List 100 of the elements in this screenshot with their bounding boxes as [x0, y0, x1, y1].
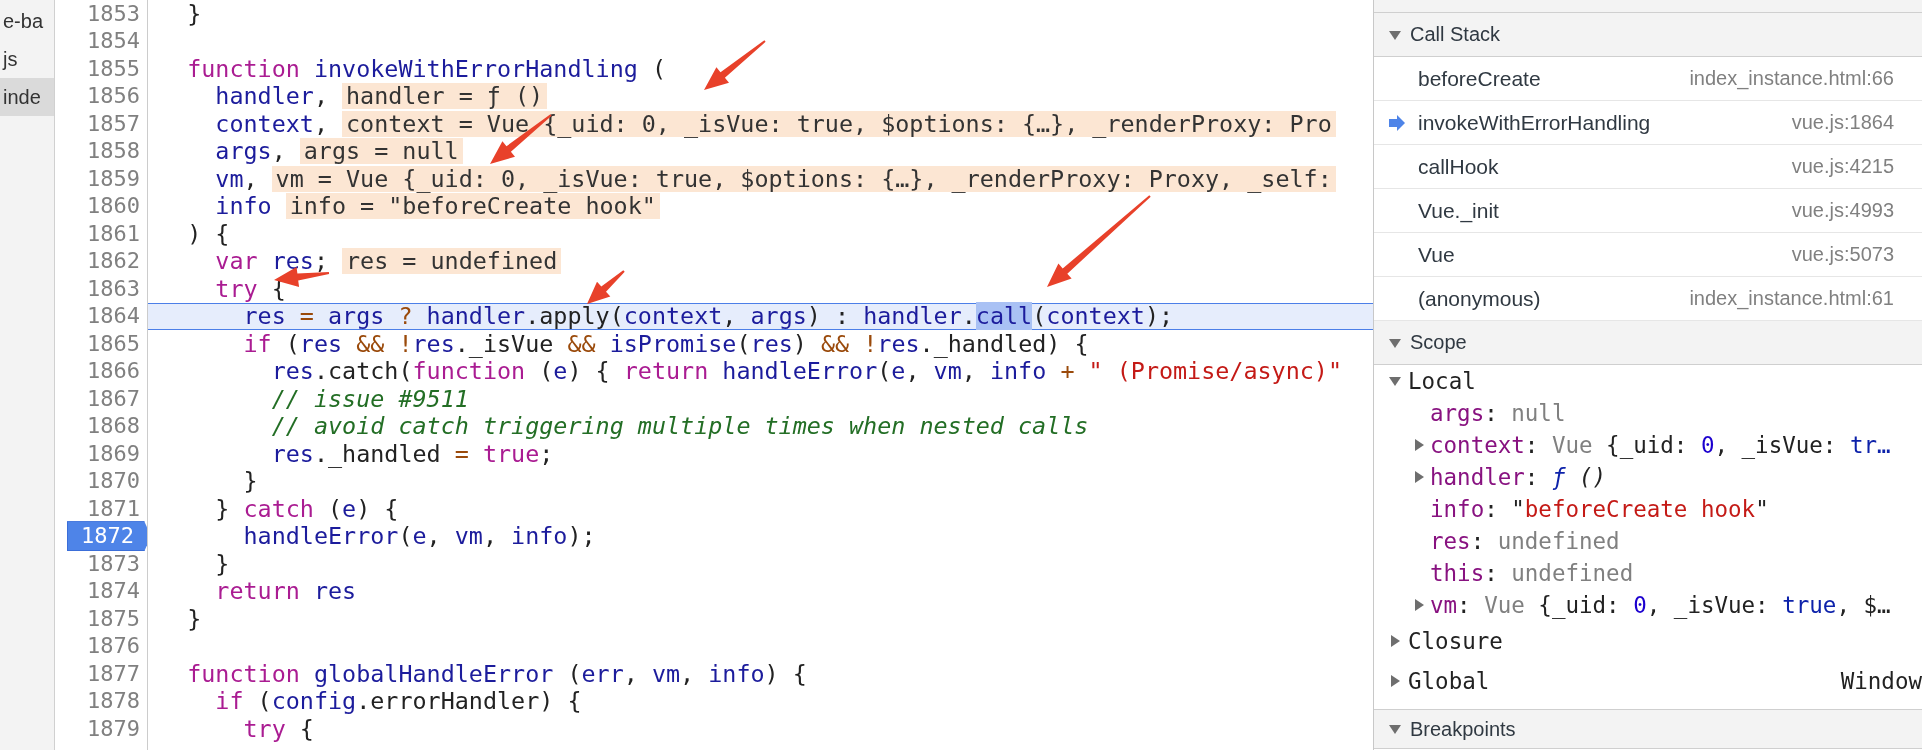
section-header[interactable]: Breakpoints [1374, 709, 1922, 749]
line-number[interactable]: 1866 [87, 357, 147, 386]
expand-triangle-icon[interactable] [1388, 374, 1402, 388]
inline-value: handler = ƒ () [342, 83, 548, 110]
line-number[interactable]: 1867 [87, 384, 147, 413]
code-text: function globalHandleError (err, vm, info) { [186, 659, 807, 688]
line-number[interactable]: 1863 [87, 274, 147, 303]
frame-location[interactable]: vue.js:4993 [1791, 199, 1894, 222]
frame-location[interactable]: index_instance.html:61 [1689, 287, 1894, 310]
call-frame[interactable]: Vue vue.js:5073 [1374, 233, 1922, 277]
line-number[interactable]: 1865 [87, 329, 147, 358]
line-number[interactable]: 1876 [87, 632, 147, 661]
code-text: handler, [214, 82, 328, 111]
code-text: } catch (e) { [214, 494, 399, 523]
inline-value: args = null [299, 138, 463, 165]
line-number[interactable]: 1857 [87, 109, 147, 138]
scope-group-title[interactable]: Global [1408, 668, 1490, 694]
scope-variable: res: undefined [1430, 528, 1620, 554]
code-text: try { [242, 714, 314, 743]
code-text: info [214, 192, 272, 221]
call-frame[interactable]: invokeWithErrorHandling vue.js:1864 [1374, 101, 1922, 145]
line-number[interactable]: 1879 [87, 714, 147, 743]
code-text: res = args ? handler.apply(context, args) : handler.call(context); [242, 302, 1174, 331]
section-header[interactable]: Scope [1374, 321, 1922, 365]
expand-triangle-icon[interactable] [1412, 438, 1426, 452]
line-number[interactable]: 1861 [87, 219, 147, 248]
section-header[interactable]: Call Stack [1374, 13, 1922, 57]
scope-group-value: Window [1840, 668, 1922, 694]
frame-name: callHook [1418, 154, 1499, 179]
code-text: var res; [214, 247, 328, 276]
expand-triangle-icon[interactable] [1412, 470, 1426, 484]
code-text: } [186, 604, 202, 633]
code-text: } [214, 549, 230, 578]
expand-triangle-icon[interactable] [1388, 674, 1402, 688]
line-number[interactable]: 1856 [87, 82, 147, 111]
frame-name: Vue._init [1418, 198, 1499, 223]
frame-location[interactable]: vue.js:1864 [1791, 111, 1894, 134]
section-title: Call Stack [1410, 23, 1501, 46]
frame-name: invokeWithErrorHandling [1418, 110, 1651, 135]
scope-variable: this: undefined [1430, 560, 1634, 586]
line-number[interactable]: 1869 [87, 439, 147, 468]
line-number[interactable]: 1873 [87, 549, 147, 578]
section-title: Breakpoints [1410, 717, 1516, 741]
code-text: if (res && !res._isVue && isPromise(res) && !res._handled) { [242, 329, 1089, 358]
frame-name: beforeCreate [1418, 66, 1541, 91]
code-text: if (config.errorHandler) { [214, 687, 582, 716]
frame-name: Vue [1418, 242, 1455, 267]
code-text: context, [214, 109, 328, 138]
line-number[interactable]: 1862 [87, 247, 147, 276]
call-frame[interactable]: Vue._init vue.js:4993 [1374, 189, 1922, 233]
scope-variable: vm: Vue {_uid: 0, _isVue: true, $… [1430, 592, 1891, 618]
file-tab[interactable]: inde [0, 78, 54, 116]
line-number[interactable]: 1853 [87, 0, 147, 28]
scope-group-title[interactable]: Local [1408, 368, 1476, 394]
line-number[interactable]: 1868 [87, 412, 147, 441]
code-text: vm, [214, 164, 258, 193]
annotation-arrow [704, 40, 766, 90]
section-title: Scope [1410, 331, 1467, 354]
code-text: function invokeWithErrorHandling ( [186, 54, 666, 83]
breakpoint-marker[interactable]: 1872 [67, 521, 147, 552]
expand-triangle-icon[interactable] [1388, 722, 1402, 736]
frame-name: (anonymous) [1418, 286, 1541, 311]
line-number[interactable]: 1858 [87, 137, 147, 166]
line-number[interactable]: 1859 [87, 164, 147, 193]
code-text: // issue #9511 [270, 384, 469, 413]
scope-group-title[interactable]: Closure [1408, 628, 1503, 654]
code-text: } [242, 467, 258, 496]
inline-value: res = undefined [342, 248, 562, 275]
file-tab[interactable]: e-ba [0, 2, 54, 40]
line-number[interactable]: 1878 [87, 687, 147, 716]
annotation-arrow [587, 270, 625, 304]
code-text: args, [214, 137, 286, 166]
scope-variable: info: "beforeCreate hook" [1430, 496, 1769, 522]
line-number[interactable]: 1871 [87, 494, 147, 523]
expand-triangle-icon[interactable] [1412, 598, 1426, 612]
frame-location[interactable]: vue.js:4215 [1791, 155, 1894, 178]
line-number[interactable]: 1855 [87, 54, 147, 83]
expand-triangle-icon[interactable] [1388, 634, 1402, 648]
code-text: } [186, 0, 202, 28]
frame-location[interactable]: vue.js:5073 [1791, 243, 1894, 266]
call-frame[interactable]: beforeCreate index_instance.html:66 [1374, 57, 1922, 101]
inline-value: info = "beforeCreate hook" [285, 193, 660, 220]
line-number[interactable]: 1875 [87, 604, 147, 633]
line-number[interactable]: 1864 [87, 302, 147, 331]
line-number[interactable]: 1874 [87, 577, 147, 606]
code-text: handleError(e, vm, info); [242, 522, 596, 551]
file-tab[interactable]: js [0, 40, 54, 78]
code-text: ) { [186, 219, 230, 248]
inline-value: context = Vue {_uid: 0, _isVue: true, $options: {…}, _renderProxy: Pro [342, 110, 1336, 137]
line-number[interactable]: 1877 [87, 659, 147, 688]
code-text: // avoid catch triggering multiple times when nested calls [270, 412, 1089, 441]
line-number[interactable]: 1854 [87, 27, 147, 56]
code-text: return res [214, 577, 357, 606]
line-number[interactable]: 1870 [87, 467, 147, 496]
scope-variable: context: Vue {_uid: 0, _isVue: tr… [1430, 432, 1891, 458]
code-text: res._handled = true; [270, 439, 554, 468]
frame-location[interactable]: index_instance.html:66 [1689, 67, 1894, 90]
call-frame[interactable]: callHook vue.js:4215 [1374, 145, 1922, 189]
line-number[interactable]: 1860 [87, 192, 147, 221]
code-text: res.catch(function (e) { return handleError(e, vm, info + " (Promise/async)" [270, 357, 1343, 386]
